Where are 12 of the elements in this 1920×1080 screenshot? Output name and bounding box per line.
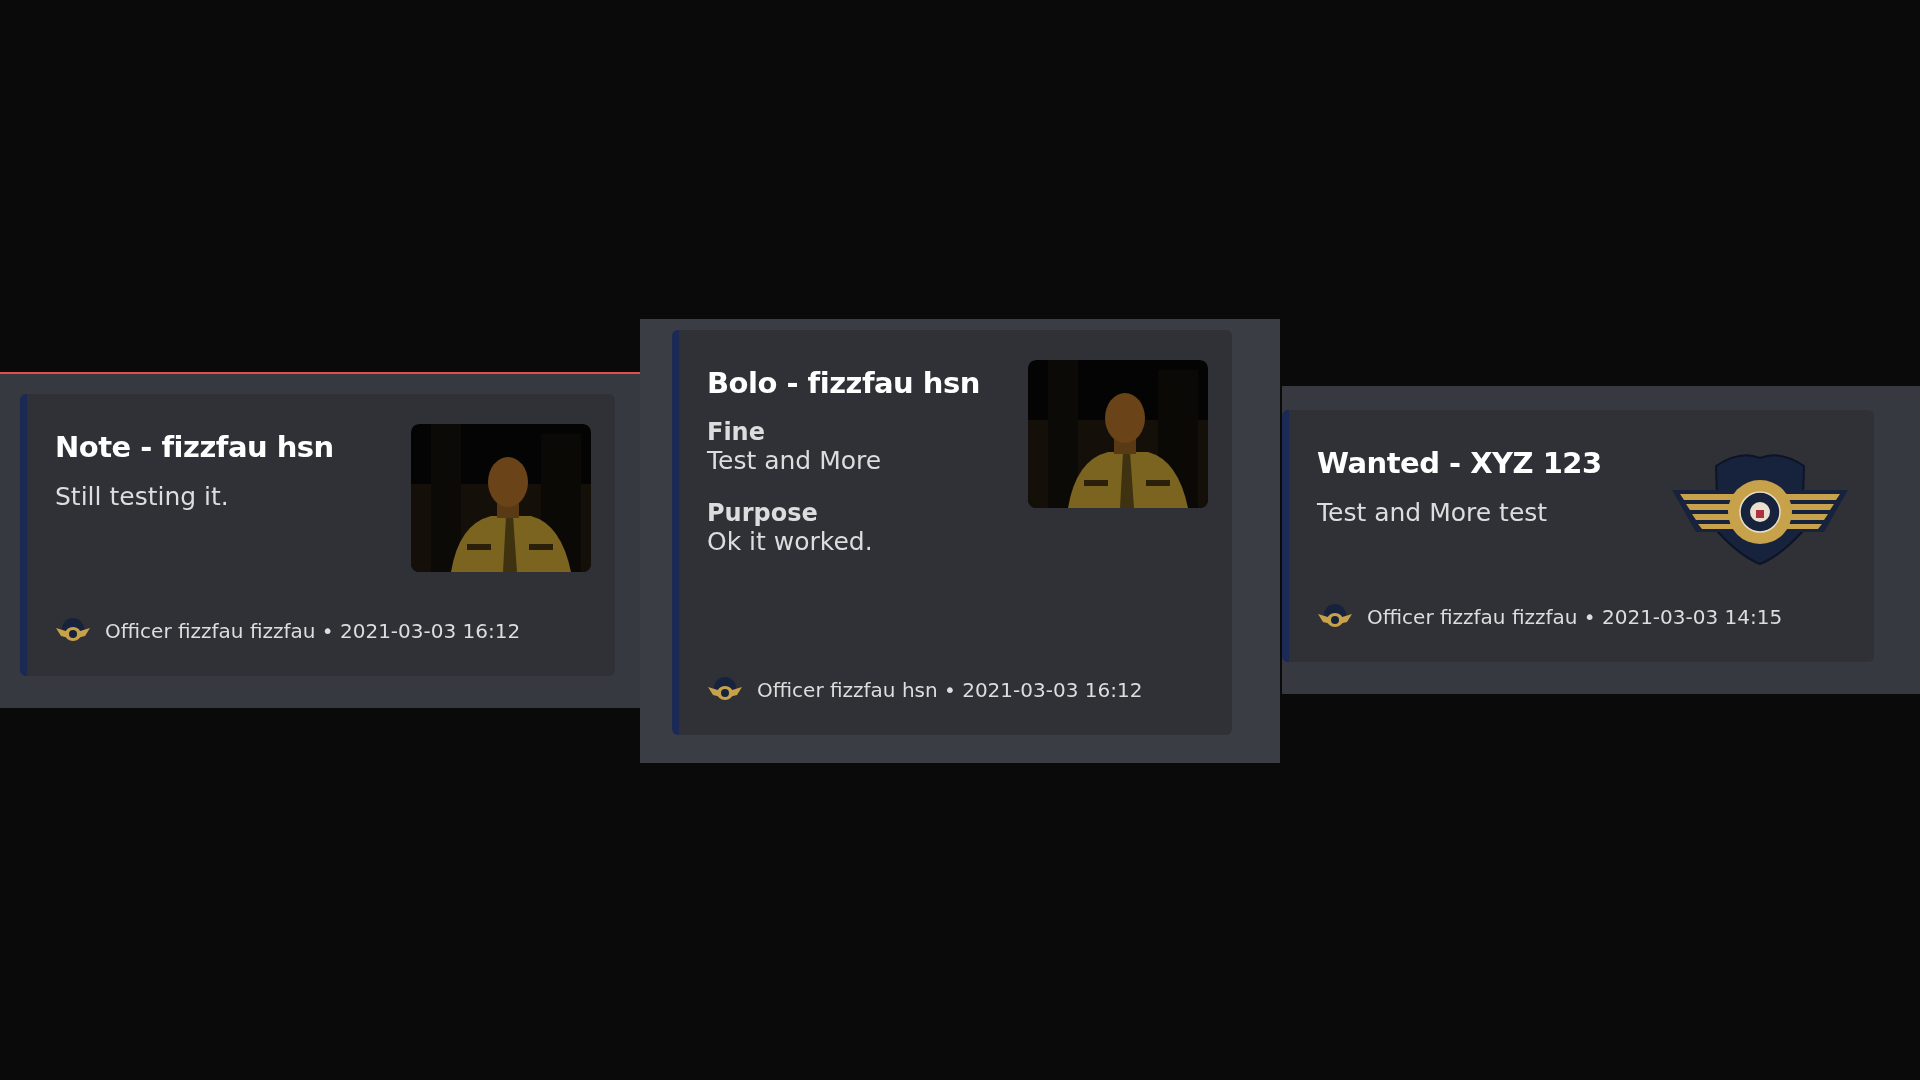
- field-name: Purpose: [707, 499, 819, 527]
- embed-description: Test and More test: [1317, 498, 1549, 527]
- embed-description: Still testing it.: [55, 482, 230, 511]
- field-value: Test and More: [707, 446, 883, 475]
- embed-footer: Officer fizzfau fizzfau • 2021-03-03 16:12: [105, 619, 521, 643]
- embed-title: Wanted - XYZ 123: [1317, 446, 1602, 480]
- embed-footer: Officer fizzfau hsn • 2021-03-03 16:12: [757, 678, 1143, 702]
- field-value: Ok it worked.: [707, 527, 874, 556]
- embed-title: Note - fizzfau hsn: [55, 430, 334, 464]
- embed-title: Bolo - fizzfau hsn: [707, 366, 980, 400]
- embed-footer: Officer fizzfau fizzfau • 2021-03-03 14:15: [1367, 605, 1783, 629]
- field-name: Fine: [707, 418, 766, 446]
